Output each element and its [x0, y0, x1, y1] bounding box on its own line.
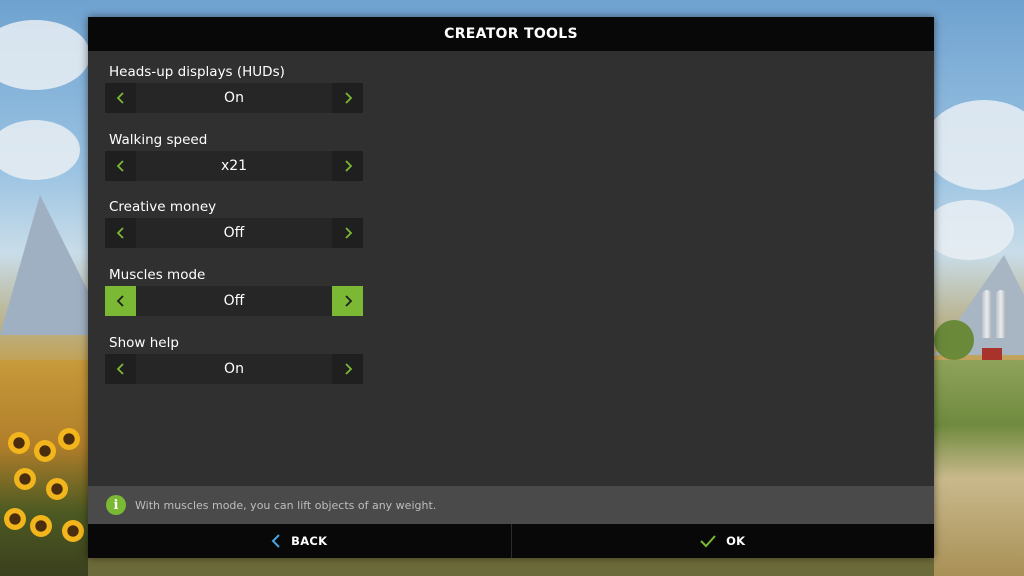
setting-muscles-mode: Muscles mode Off: [105, 264, 363, 316]
setting-creative-money: Creative money Off: [105, 196, 363, 248]
tree-decoration: [934, 320, 974, 360]
chevron-right-icon: [344, 227, 352, 239]
chevron-left-icon: [116, 227, 124, 239]
option-selector[interactable]: x21: [105, 151, 363, 181]
chevron-right-icon: [344, 295, 352, 307]
field-decoration: [934, 360, 1024, 576]
sunflower-decoration: [62, 520, 84, 542]
game-background: CREATOR TOOLS Heads-up displays (HUDs) O…: [0, 0, 1024, 576]
chevron-right-icon: [344, 160, 352, 172]
barn-decoration: [982, 348, 1002, 360]
sunflower-decoration: [4, 508, 26, 530]
option-selector[interactable]: Off: [105, 286, 363, 316]
help-bar: i With muscles mode, you can lift object…: [88, 486, 934, 524]
back-button-label: BACK: [291, 534, 328, 548]
setting-label: Show help: [109, 335, 179, 351]
sunflower-decoration: [8, 432, 30, 454]
sunflower-decoration: [30, 515, 52, 537]
option-value: Off: [223, 293, 245, 309]
next-option-button[interactable]: [332, 286, 363, 316]
previous-option-button[interactable]: [105, 218, 136, 248]
chevron-left-icon: [271, 534, 280, 548]
creator-tools-dialog: CREATOR TOOLS Heads-up displays (HUDs) O…: [88, 17, 934, 558]
ok-button[interactable]: OK: [512, 524, 935, 558]
sunflower-decoration: [46, 478, 68, 500]
dialog-header: CREATOR TOOLS: [88, 17, 934, 51]
chevron-left-icon: [116, 295, 124, 307]
field-decoration: [0, 360, 88, 576]
sunflower-decoration: [58, 428, 80, 450]
checkmark-icon: [700, 535, 716, 548]
option-value: On: [224, 90, 244, 106]
setting-label: Muscles mode: [109, 267, 206, 283]
ok-button-label: OK: [726, 534, 746, 548]
next-option-button[interactable]: [332, 354, 363, 384]
option-selector[interactable]: On: [105, 354, 363, 384]
next-option-button[interactable]: [332, 83, 363, 113]
cloud-decoration: [924, 200, 1014, 260]
setting-show-help: Show help On: [105, 332, 363, 384]
silo-decoration: [982, 290, 992, 338]
previous-option-button[interactable]: [105, 354, 136, 384]
option-value: On: [224, 361, 244, 377]
chevron-right-icon: [344, 363, 352, 375]
option-value: Off: [223, 225, 245, 241]
option-selector[interactable]: On: [105, 83, 363, 113]
option-selector[interactable]: Off: [105, 218, 363, 248]
cloud-decoration: [924, 100, 1024, 190]
dialog-title: CREATOR TOOLS: [444, 26, 578, 42]
next-option-button[interactable]: [332, 151, 363, 181]
setting-label: Walking speed: [109, 132, 208, 148]
chevron-left-icon: [116, 92, 124, 104]
back-button[interactable]: BACK: [88, 524, 511, 558]
dialog-footer: BACK OK: [88, 524, 934, 558]
previous-option-button[interactable]: [105, 151, 136, 181]
sunflower-decoration: [14, 468, 36, 490]
previous-option-button[interactable]: [105, 286, 136, 316]
setting-walking-speed: Walking speed x21: [105, 129, 363, 181]
setting-huds: Heads-up displays (HUDs) On: [105, 61, 363, 113]
cloud-decoration: [0, 120, 80, 180]
silo-decoration: [996, 290, 1006, 338]
info-icon: i: [106, 495, 126, 515]
option-value: x21: [220, 158, 248, 174]
setting-label: Creative money: [109, 199, 217, 215]
setting-label: Heads-up displays (HUDs): [109, 64, 285, 80]
chevron-left-icon: [116, 160, 124, 172]
previous-option-button[interactable]: [105, 83, 136, 113]
next-option-button[interactable]: [332, 218, 363, 248]
chevron-right-icon: [344, 92, 352, 104]
cloud-decoration: [0, 20, 90, 90]
help-text: With muscles mode, you can lift objects …: [135, 498, 437, 512]
chevron-left-icon: [116, 363, 124, 375]
sunflower-decoration: [34, 440, 56, 462]
